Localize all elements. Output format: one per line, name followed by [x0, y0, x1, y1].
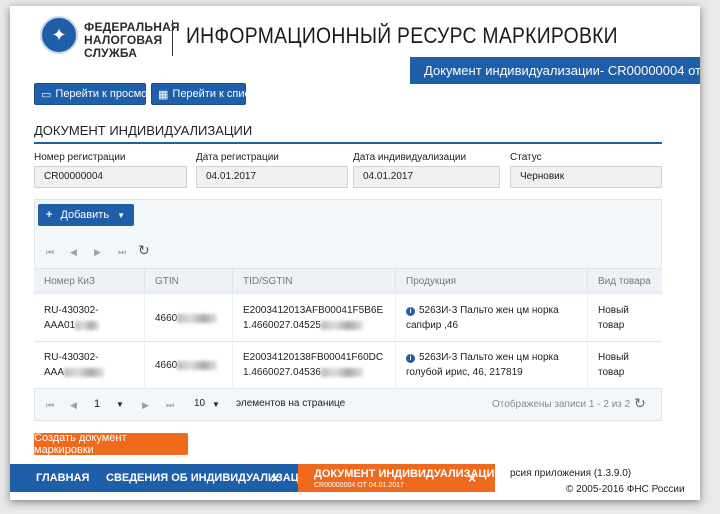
cell-text: RU-430302- — [44, 305, 99, 316]
logo-line: СЛУЖБА — [84, 46, 138, 60]
page-size-label: элементов на странице — [236, 398, 346, 409]
nav-tab-subtitle: CR00000004 ОТ 04.01.2017 — [314, 482, 404, 489]
table-icon: ▦ — [158, 88, 169, 101]
field-label-reg-number: Номер регистрации — [34, 152, 126, 163]
ind-date-field[interactable]: 04.01.2017 — [353, 166, 500, 188]
cell-gtin: 4660 — [144, 342, 232, 389]
cell-text: Новый — [598, 305, 629, 316]
document-banner: Документ индивидуализации- CR00000004 от… — [410, 57, 700, 84]
cell-type: Новый товар — [587, 342, 662, 389]
cell-text: E2003412013AFB00041F5B6E — [243, 305, 384, 316]
table-row[interactable]: RU-430302- AAA01 4660 E2003412013AFB0004… — [34, 295, 662, 342]
cell-text: 4660 — [155, 360, 178, 371]
cell-text: E20034120138FB00041F60DC — [243, 352, 384, 363]
nav-tab-individualization-info[interactable]: СВЕДЕНИЯ ОБ ИНДИВИДУАЛИЗАЦИИ — [106, 464, 315, 492]
section-title: ДОКУМЕНТ ИНДИВИДУАЛИЗАЦИИ — [34, 123, 253, 138]
page-size-caret-icon[interactable]: ▼ — [212, 400, 220, 409]
table-header: Номер КиЗ GTIN TID/SGTIN Продукция Вид т… — [34, 268, 662, 294]
list-button[interactable]: ▦ Перейти к списку — [151, 83, 260, 105]
create-marking-document-button[interactable]: Создать документ маркировки — [34, 432, 188, 456]
last-page-icon[interactable]: ⏭ — [118, 247, 126, 258]
close-icon[interactable]: × — [271, 464, 279, 492]
bottom-nav: ГЛАВНАЯ СВЕДЕНИЯ ОБ ИНДИВИДУАЛИЗАЦИИ × Д… — [10, 464, 502, 492]
cell-text: RU-430302- — [44, 352, 99, 363]
copyright: © 2005-2016 ФНС России — [566, 484, 685, 495]
first-page-icon[interactable]: ⏮ — [46, 247, 54, 258]
column-header-gtin[interactable]: GTIN — [144, 269, 232, 294]
cell-text: голубой ирис, 46, 217819 — [406, 367, 523, 378]
caret-down-icon: ▼ — [117, 210, 125, 220]
cell-text: товар — [598, 367, 625, 378]
field-label-status: Статус — [510, 152, 542, 163]
cell-text: Новый — [598, 352, 629, 363]
current-page[interactable]: 1 — [94, 398, 100, 410]
cell-text: AAA — [44, 367, 65, 378]
add-button-label: Добавить — [60, 209, 110, 221]
cell-product: i 5263И-3 Пальто жен цм норка сапфир ,46 — [395, 295, 587, 342]
table-row[interactable]: RU-430302- AAA 4660 E20034120138FB00041F… — [34, 342, 662, 389]
records-info: Отображены записи 1 - 2 из 2 — [492, 399, 631, 410]
monitor-icon: ▭ — [41, 88, 52, 101]
cell-type: Новый товар — [587, 295, 662, 342]
column-header-product[interactable]: Продукция — [395, 269, 587, 294]
section-underline — [34, 142, 662, 144]
next-page-icon[interactable]: ▶ — [94, 247, 101, 258]
refresh-icon[interactable]: ↻ — [138, 242, 150, 259]
cell-text: 5263И-3 Пальто жен цм норка — [419, 352, 559, 363]
last-page-icon[interactable]: ⏭ — [166, 400, 174, 411]
column-header-kiz[interactable]: Номер КиЗ — [34, 269, 144, 294]
view-button-label: Перейти к просмотру — [55, 88, 164, 100]
page-caret-down-icon[interactable]: ▼ — [116, 400, 124, 409]
prev-page-icon[interactable]: ◀ — [70, 400, 77, 411]
column-header-tid[interactable]: TID/SGTIN — [232, 269, 395, 294]
app-version: рсия приложения (1.3.9.0) — [510, 468, 632, 479]
cell-text: 4660 — [155, 313, 178, 324]
cell-gtin: 4660 — [144, 295, 232, 342]
cell-tid: E2003412013AFB00041F5B6E 1.4660027.04525 — [232, 295, 395, 342]
field-label-ind-date: Дата индивидуализации — [353, 152, 467, 163]
cell-text: сапфир ,46 — [406, 320, 459, 331]
view-button[interactable]: ▭ Перейти к просмотру — [34, 83, 164, 105]
cell-text: товар — [598, 320, 625, 331]
reg-number-field[interactable]: CR00000004 — [34, 166, 187, 188]
field-label-reg-date: Дата регистрации — [196, 152, 279, 163]
reg-date-field[interactable]: 04.01.2017 — [196, 166, 348, 188]
cell-text: 1.4660027.04525 — [243, 320, 321, 331]
column-header-type[interactable]: Вид товара — [587, 269, 662, 294]
page: ✦ ФЕДЕРАЛЬНАЯ НАЛОГОВАЯ СЛУЖБА ИНФОРМАЦИ… — [10, 6, 700, 500]
cell-kiz: RU-430302- AAA — [34, 342, 144, 389]
status-field: Черновик — [510, 166, 662, 188]
plus-icon: + — [46, 209, 53, 221]
cell-product: i 5263И-3 Пальто жен цм норка голубой ири… — [395, 342, 587, 389]
next-page-icon[interactable]: ▶ — [142, 400, 149, 411]
cell-text: 5263И-3 Пальто жен цм норка — [419, 305, 559, 316]
cell-tid: E20034120138FB00041F60DC 1.4660027.04536 — [232, 342, 395, 389]
page-size-select[interactable]: 10 — [194, 398, 205, 409]
header-divider — [172, 20, 173, 56]
logo-text: ФЕДЕРАЛЬНАЯ НАЛОГОВАЯ СЛУЖБА — [84, 21, 180, 60]
prev-page-icon[interactable]: ◀ — [70, 247, 77, 258]
nav-tab-individualization-document[interactable]: ДОКУМЕНТ ИНДИВИДУАЛИЗАЦИИ CR00000004 ОТ … — [298, 464, 502, 492]
emblem-icon: ✦ — [40, 16, 78, 54]
refresh-icon[interactable]: ↻ — [634, 395, 646, 412]
list-button-label: Перейти к списку — [172, 88, 261, 100]
close-icon[interactable]: × — [468, 464, 476, 492]
cell-text: 1.4660027.04536 — [243, 367, 321, 378]
info-icon[interactable]: i — [406, 354, 415, 363]
add-button[interactable]: + Добавить ▼ — [38, 204, 134, 226]
first-page-icon[interactable]: ⏮ — [46, 400, 54, 411]
cell-kiz: RU-430302- AAA01 — [34, 295, 144, 342]
info-icon[interactable]: i — [406, 307, 415, 316]
nav-main[interactable]: ГЛАВНАЯ — [36, 464, 89, 492]
cell-text: AAA01 — [44, 320, 76, 331]
page-title: ИНФОРМАЦИОННЫЙ РЕСУРС МАРКИРОВКИ — [186, 23, 618, 48]
